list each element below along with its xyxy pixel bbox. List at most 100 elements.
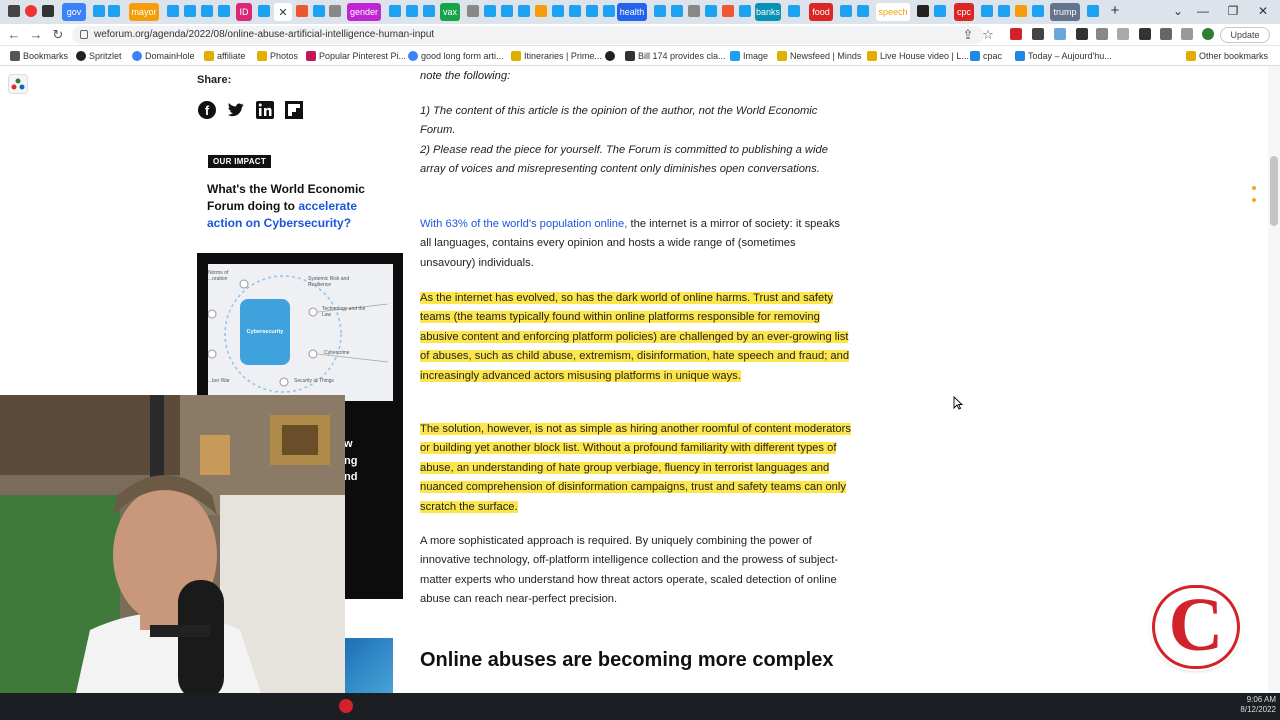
- twitter-tab-icon[interactable]: [857, 5, 869, 17]
- address-bar[interactable]: weforum.org/agenda/2022/08/online-abuse-…: [72, 26, 984, 44]
- twitter-tab-icon[interactable]: [201, 5, 213, 17]
- taskbar-clock[interactable]: 9:06 AM 8/12/2022: [1228, 695, 1276, 715]
- tab-cpc[interactable]: cpc: [954, 3, 974, 21]
- twitter-tab-icon[interactable]: [705, 5, 717, 17]
- tab-vax[interactable]: vax: [440, 3, 460, 21]
- bookmark-item[interactable]: DomainHole: [132, 49, 195, 63]
- twitter-tab-icon[interactable]: [518, 5, 530, 17]
- download-icon[interactable]: [1181, 28, 1193, 40]
- bookmark-item[interactable]: Bookmarks: [10, 49, 68, 63]
- twitter-tab-icon[interactable]: [671, 5, 683, 17]
- bookmark-item[interactable]: Bill 174 provides cla...: [625, 49, 726, 63]
- twitter-tab-icon[interactable]: [389, 5, 401, 17]
- bookmark-item[interactable]: good long form arti...: [408, 49, 504, 63]
- bookmark-item[interactable]: Today – Aujourd'hu...: [1015, 49, 1112, 63]
- tab-gov[interactable]: gov: [62, 3, 86, 21]
- update-button[interactable]: Update: [1220, 27, 1270, 43]
- tab-id[interactable]: ID: [236, 3, 252, 21]
- tab-speech[interactable]: speech: [876, 3, 910, 21]
- twitter-tab-icon[interactable]: [981, 5, 993, 17]
- extension-icon[interactable]: [1096, 28, 1108, 40]
- maximize-icon[interactable]: ❐: [1225, 3, 1241, 19]
- bookmark-item[interactable]: Image: [730, 49, 768, 63]
- minimize-icon[interactable]: —: [1195, 3, 1211, 19]
- bookmark-item[interactable]: affiliate: [204, 49, 245, 63]
- bookmark-item[interactable]: Live House video | L...: [867, 49, 969, 63]
- active-tab-close-icon[interactable]: ✕: [274, 3, 292, 21]
- window-close-icon[interactable]: ✕: [1255, 3, 1271, 19]
- twitter-tab-icon[interactable]: [108, 5, 120, 17]
- twitter-tab-icon[interactable]: [552, 5, 564, 17]
- app-icon[interactable]: [8, 5, 20, 17]
- twitter-icon[interactable]: [226, 100, 246, 120]
- twitter-tab-icon[interactable]: [1087, 5, 1099, 17]
- bookmark-item[interactable]: Itineraries | Prime...: [511, 49, 602, 63]
- facebook-icon[interactable]: f: [197, 100, 217, 120]
- twitter-tab-icon[interactable]: [739, 5, 751, 17]
- twitter-tab-icon[interactable]: [654, 5, 666, 17]
- extension-icon[interactable]: [1010, 28, 1022, 40]
- star-icon[interactable]: [42, 5, 54, 17]
- twitter-tab-icon[interactable]: [313, 5, 325, 17]
- tab-trump[interactable]: trump: [1050, 3, 1080, 21]
- twitter-tab-icon[interactable]: [93, 5, 105, 17]
- forward-icon[interactable]: →: [28, 27, 44, 43]
- twitter-tab-icon[interactable]: [569, 5, 581, 17]
- reload-icon[interactable]: ↻: [50, 27, 66, 43]
- extension-icon[interactable]: [1032, 28, 1044, 40]
- cybersecurity-diagram[interactable]: Norms of ...oration Systemic Risk and Re…: [208, 264, 393, 401]
- share-page-icon[interactable]: ⇪: [960, 27, 976, 43]
- tab-favicon[interactable]: [688, 5, 700, 17]
- tab-gender[interactable]: gender: [347, 3, 381, 21]
- flipboard-icon[interactable]: [284, 100, 304, 120]
- scrollbar-thumb[interactable]: [1270, 156, 1278, 226]
- bookmark-item[interactable]: Other bookmarks: [1186, 49, 1268, 63]
- twitter-tab-icon[interactable]: [586, 5, 598, 17]
- tab-banks[interactable]: banks: [755, 3, 781, 21]
- tab-food[interactable]: food: [809, 3, 833, 21]
- twitter-tab-icon[interactable]: [258, 5, 270, 17]
- bookmark-item[interactable]: Newsfeed | Minds: [777, 49, 861, 63]
- twitter-tab-icon[interactable]: [934, 5, 946, 17]
- tab-favicon[interactable]: [467, 5, 479, 17]
- twitter-tab-icon[interactable]: [406, 5, 418, 17]
- twitter-tab-icon[interactable]: [998, 5, 1010, 17]
- tab-favicon[interactable]: [722, 5, 734, 17]
- bookmark-item[interactable]: Spritzlet: [76, 49, 122, 63]
- tab-favicon[interactable]: [1015, 5, 1027, 17]
- twitter-tab-icon[interactable]: [788, 5, 800, 17]
- tab-search-icon[interactable]: ⌄: [1170, 3, 1186, 19]
- twitter-tab-icon[interactable]: [167, 5, 179, 17]
- tab-favicon[interactable]: [329, 5, 341, 17]
- tab-mayor[interactable]: mayor: [129, 3, 159, 21]
- twitter-tab-icon[interactable]: [218, 5, 230, 17]
- population-link[interactable]: With 63% of the world's population onlin…: [420, 218, 627, 230]
- bookmark-star-icon[interactable]: ☆: [980, 27, 996, 43]
- twitter-tab-icon[interactable]: [1032, 5, 1044, 17]
- tab-health[interactable]: health: [617, 3, 647, 21]
- twitter-tab-icon[interactable]: [501, 5, 513, 17]
- tab-favicon[interactable]: [535, 5, 547, 17]
- new-tab-icon[interactable]: +: [1107, 3, 1123, 19]
- back-icon[interactable]: ←: [6, 27, 22, 43]
- sidepanel-icon[interactable]: [1160, 28, 1172, 40]
- avatar[interactable]: [1202, 28, 1214, 40]
- page-extension-icon[interactable]: [8, 74, 28, 94]
- bookmark-item[interactable]: cpac: [970, 49, 1002, 63]
- promo-thumbnail[interactable]: [345, 638, 393, 693]
- puzzle-icon[interactable]: [1139, 28, 1151, 40]
- twitter-tab-icon[interactable]: [423, 5, 435, 17]
- extension-icon[interactable]: [1076, 28, 1088, 40]
- twitter-tab-icon[interactable]: [840, 5, 852, 17]
- tab-favicon[interactable]: [296, 5, 308, 17]
- twitter-tab-icon[interactable]: [484, 5, 496, 17]
- bookmark-item[interactable]: Photos: [257, 49, 298, 63]
- bookmark-item[interactable]: Popular Pinterest Pi...: [306, 49, 406, 63]
- record-indicator-icon[interactable]: [339, 699, 353, 713]
- twitter-tab-icon[interactable]: [184, 5, 196, 17]
- tab-favicon[interactable]: [917, 5, 929, 17]
- linkedin-icon[interactable]: [255, 100, 275, 120]
- twitter-tab-icon[interactable]: [603, 5, 615, 17]
- record-icon[interactable]: [25, 5, 37, 17]
- bookmark-item[interactable]: [605, 49, 615, 63]
